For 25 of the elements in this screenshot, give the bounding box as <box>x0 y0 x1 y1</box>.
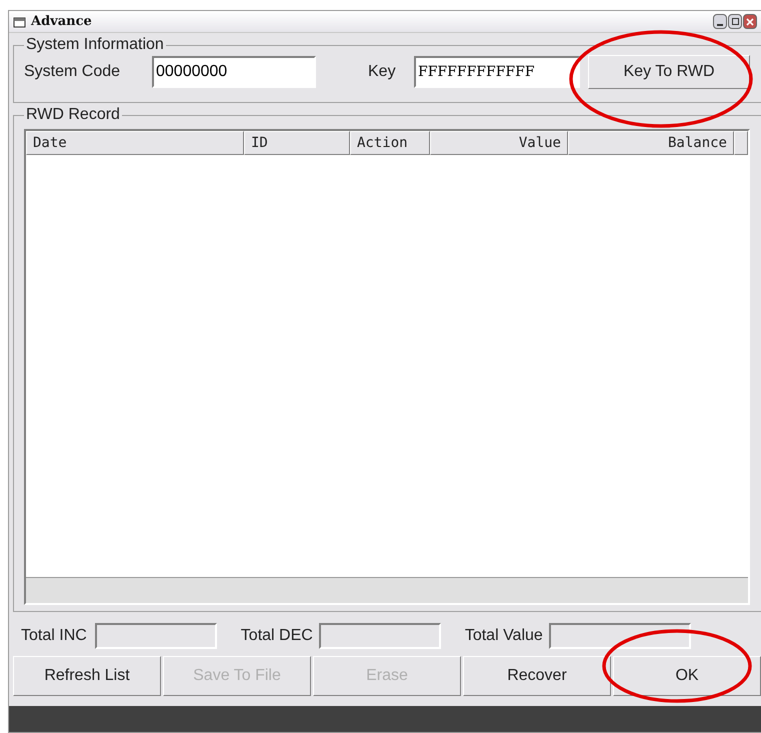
key-to-rwd-button[interactable]: Key To RWD <box>588 55 750 89</box>
close-button[interactable] <box>743 14 757 29</box>
close-icon <box>746 18 754 26</box>
window-title: Advance <box>31 12 92 31</box>
column-header[interactable]: Action <box>350 131 430 155</box>
dialog-button[interactable]: Recover <box>463 656 611 696</box>
total-label: Total Value <box>464 626 543 646</box>
system-code-label: System Code <box>24 62 122 82</box>
minimize-button[interactable] <box>713 14 727 29</box>
key-label: Key <box>368 62 397 82</box>
maximize-button[interactable] <box>728 14 742 29</box>
total-label: Total DEC <box>240 626 313 646</box>
window-icon <box>13 16 27 28</box>
column-header[interactable]: Balance <box>568 131 734 155</box>
column-header[interactable]: ID <box>244 131 350 155</box>
dialog-button[interactable]: Refresh List <box>13 656 161 696</box>
column-header[interactable]: Date <box>26 131 244 155</box>
system-code-field[interactable]: 00000000 <box>152 56 316 88</box>
dialog-button[interactable]: OK <box>613 656 761 696</box>
group-title: RWD Record <box>25 107 121 123</box>
column-header[interactable]: Value <box>430 131 568 155</box>
group-title: System Information <box>25 37 165 53</box>
total-label: Total INC <box>21 626 87 646</box>
key-field[interactable]: FFFFFFFFFFFF <box>414 56 580 88</box>
horizontal-scrollbar[interactable] <box>26 577 748 603</box>
